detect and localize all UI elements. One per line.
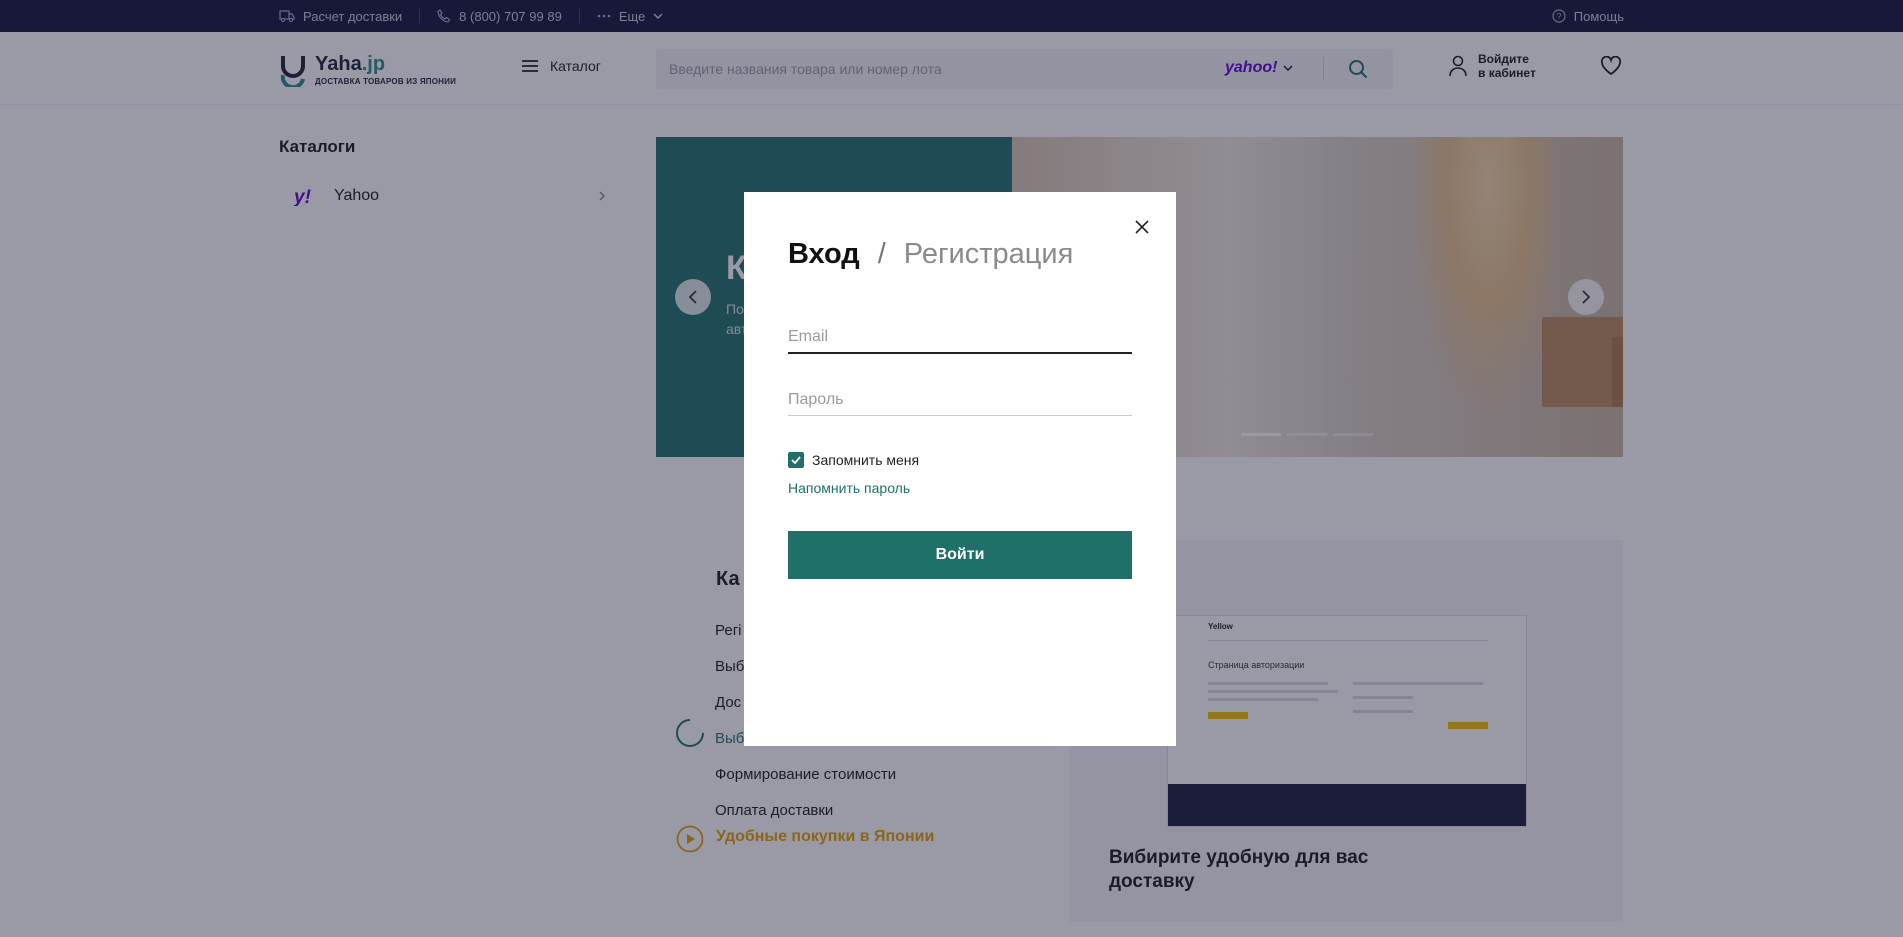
password-field[interactable] bbox=[788, 384, 1132, 416]
remember-label: Запомнить меня bbox=[812, 452, 920, 468]
checkmark-icon bbox=[791, 456, 801, 464]
auth-tabs: Вход / Регистрация bbox=[788, 236, 1073, 272]
close-button[interactable] bbox=[1131, 216, 1153, 238]
tab-login[interactable]: Вход bbox=[788, 236, 860, 272]
forgot-password-link[interactable]: Напомнить пароль bbox=[788, 480, 910, 496]
close-icon bbox=[1135, 220, 1149, 234]
tab-register[interactable]: Регистрация bbox=[904, 236, 1074, 272]
auth-modal: Вход / Регистрация Запомнить меня Напомн… bbox=[744, 192, 1176, 746]
tab-separator: / bbox=[877, 238, 886, 270]
email-field[interactable] bbox=[788, 322, 1132, 354]
remember-me[interactable]: Запомнить меня bbox=[788, 452, 919, 468]
login-button[interactable]: Войти bbox=[788, 531, 1132, 579]
remember-checkbox[interactable] bbox=[788, 452, 804, 468]
